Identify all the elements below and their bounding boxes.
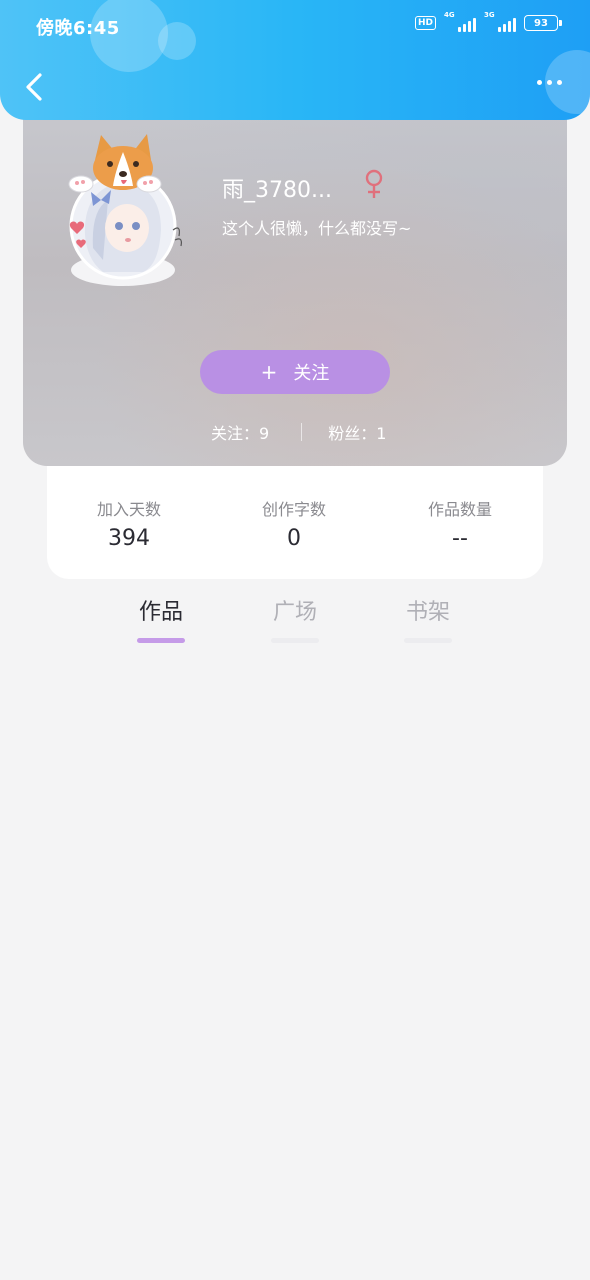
- divider: [301, 423, 303, 441]
- tab-plaza[interactable]: 广场: [260, 594, 330, 643]
- following-count[interactable]: 关注：9: [211, 420, 269, 444]
- tab-bar: 作品 广场 书架: [0, 594, 590, 644]
- chevron-left-icon: [26, 73, 42, 101]
- avatar[interactable]: [63, 130, 193, 290]
- tab-label: 书架: [405, 600, 450, 625]
- avatar-image: [68, 134, 182, 286]
- tab-works[interactable]: 作品: [126, 594, 196, 643]
- plus-icon: +: [260, 360, 278, 384]
- stat-word-count: 创作字数 0: [224, 496, 364, 551]
- stat-value: 394: [108, 526, 150, 551]
- tab-underline: [271, 638, 319, 643]
- signal-4g-icon: 4G: [444, 11, 476, 32]
- status-icons: HD 4G 3G 93: [414, 11, 562, 32]
- tab-bookshelf[interactable]: 书架: [393, 594, 463, 643]
- username: 雨_3780...: [222, 178, 332, 203]
- battery-icon: 93: [524, 15, 562, 31]
- decor-bubble: [158, 22, 196, 60]
- hd-icon: HD: [414, 16, 436, 30]
- tab-label: 广场: [272, 600, 317, 625]
- stat-label: 加入天数: [96, 500, 161, 519]
- follow-button[interactable]: + 关注: [200, 350, 390, 394]
- stat-works-count: 作品数量 --: [390, 496, 530, 551]
- stat-value: --: [452, 526, 468, 551]
- back-button[interactable]: [20, 70, 52, 104]
- bio-text: 这个人很懒，什么都没写~: [222, 219, 412, 238]
- follow-counts: 关注：9 粉丝：1: [211, 420, 386, 444]
- fans-count[interactable]: 粉丝：1: [328, 420, 386, 444]
- more-button[interactable]: [537, 80, 562, 85]
- tab-label: 作品: [138, 600, 183, 625]
- signal-3g-icon: 3G: [484, 11, 516, 32]
- status-time: 傍晚6:45: [36, 18, 120, 39]
- female-icon: [365, 169, 383, 198]
- more-dots-icon: [537, 80, 542, 85]
- stat-label: 作品数量: [427, 500, 492, 519]
- header-bar: 傍晚6:45 HD 4G 3G 93: [0, 0, 590, 120]
- stat-label: 创作字数: [261, 500, 326, 519]
- follow-button-label: 关注: [293, 363, 330, 384]
- stat-join-days: 加入天数 394: [59, 496, 199, 551]
- tab-underline: [404, 638, 452, 643]
- stat-value: 0: [287, 526, 301, 551]
- tab-underline: [137, 638, 185, 643]
- profile-card: 雨_3780... 这个人很懒，什么都没写~ + 关注 关注：9 粉丝：1: [23, 100, 567, 466]
